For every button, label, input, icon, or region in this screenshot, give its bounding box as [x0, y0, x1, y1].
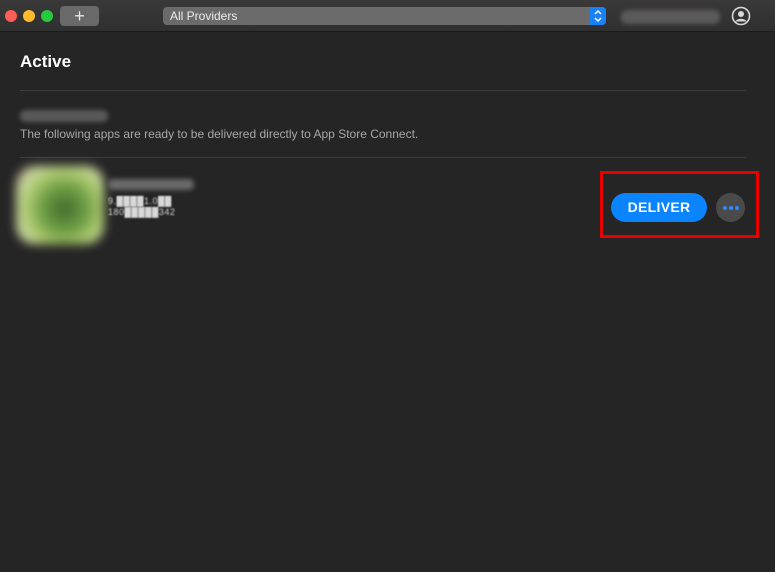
person-circle-icon[interactable] [731, 6, 751, 26]
app-icon [16, 166, 104, 244]
close-window-button[interactable] [5, 10, 17, 22]
app-build-number: 180█████342 [108, 207, 176, 217]
account-name-redacted [621, 10, 720, 24]
page-title: Active [20, 52, 72, 71]
window-titlebar: + All Providers [0, 0, 775, 32]
add-button[interactable]: + [60, 6, 99, 26]
divider [20, 90, 746, 91]
app-name-redacted [108, 179, 194, 190]
highlight-box [600, 171, 759, 238]
zoom-window-button[interactable] [41, 10, 53, 22]
app-version: 9.████1.0██ [108, 196, 172, 206]
group-description: The following apps are ready to be deliv… [20, 127, 419, 141]
minimize-window-button[interactable] [23, 10, 35, 22]
provider-select-value: All Providers [170, 9, 238, 23]
divider [20, 157, 746, 158]
provider-select[interactable]: All Providers [163, 7, 606, 25]
provider-name-redacted [20, 110, 108, 122]
chevron-up-down-icon [590, 7, 606, 25]
